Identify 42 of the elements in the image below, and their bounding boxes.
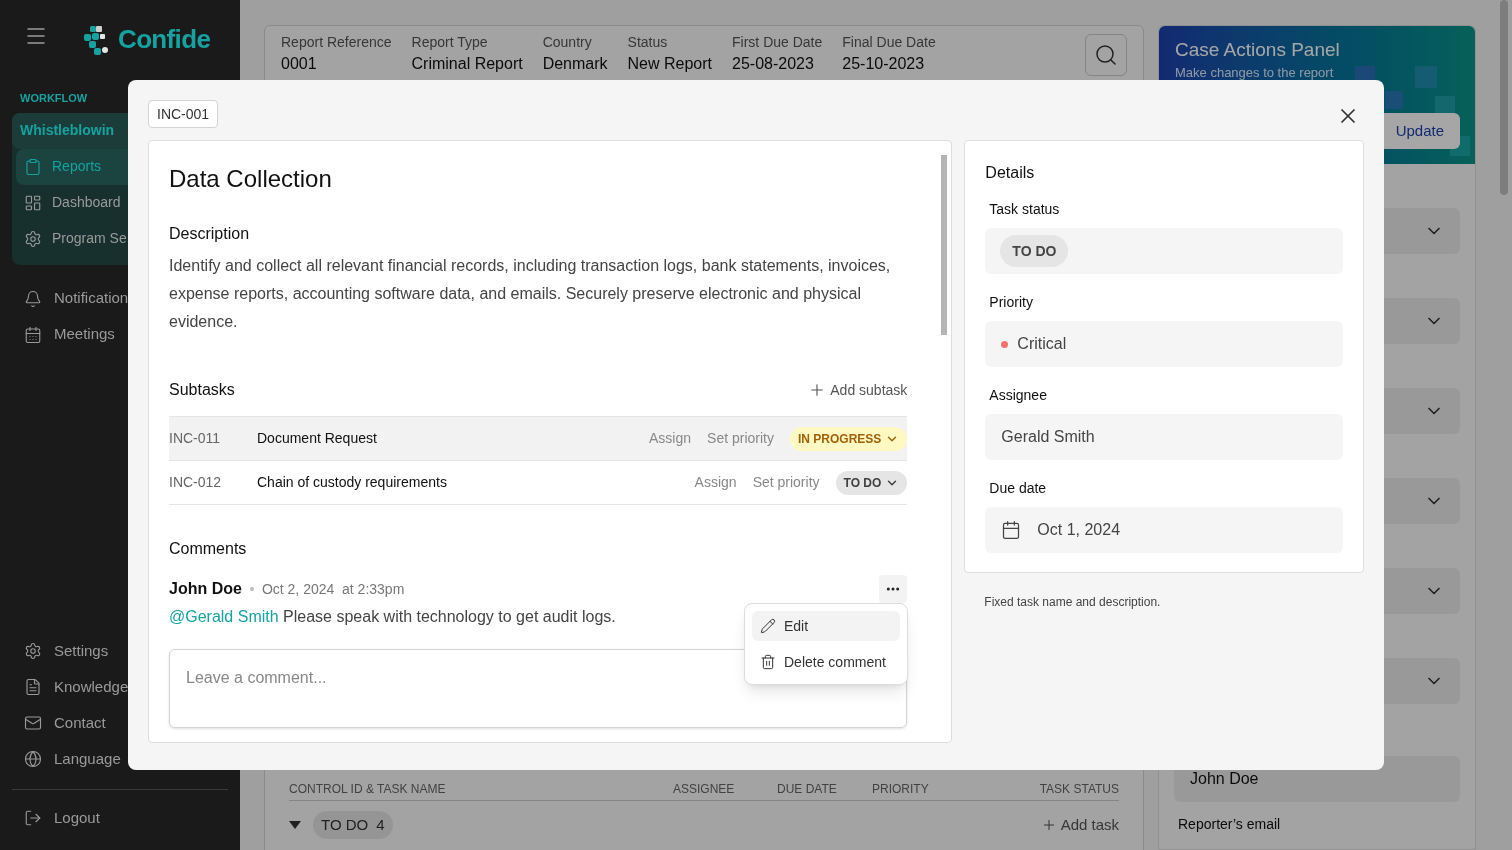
field-value: 25-10-2023 (842, 53, 926, 74)
field-value: 25-08-2023 (732, 53, 815, 74)
subtask-name: Chain of custody requirements (257, 473, 447, 492)
column-header: TASK STATUS (1039, 780, 1119, 798)
field-label: Status (627, 34, 669, 52)
field-value: 0001 (281, 53, 318, 74)
task-id-tag: INC-001 (148, 100, 219, 128)
subtask-name: Document Request (257, 429, 377, 448)
subtask-id: INC-012 (169, 473, 223, 492)
column-header: PRIORITY (872, 780, 930, 798)
column-header: CONTROL ID & TASK NAME (289, 780, 447, 798)
comment-author: John Doe (169, 579, 242, 599)
field-label: Assignee (988, 386, 1048, 405)
field-value: New Report (627, 53, 713, 74)
details-heading: Details (985, 163, 1036, 183)
field-label: Report Reference (281, 34, 392, 52)
panel-title: Case Actions Panel (1175, 38, 1341, 62)
status-pill: TO DO (1000, 235, 1069, 267)
field-label: Task status (988, 200, 1061, 219)
section-heading: Description (169, 224, 251, 244)
section-heading: Subtasks (169, 380, 235, 400)
field-value: Denmark (542, 53, 608, 74)
field-label: First Due Date (732, 34, 823, 52)
field-label: Country (542, 34, 593, 52)
group-label: TO DO (321, 815, 369, 836)
footnote: Fixed task name and description. (983, 594, 1162, 611)
brand-name: Confide (118, 23, 211, 56)
subtask-id: INC-011 (169, 429, 222, 448)
field-label: Priority (988, 293, 1034, 312)
column-header: DUE DATE (777, 780, 838, 798)
comment-date: Oct 2, 2024 at 2:33pm (261, 579, 405, 599)
section-label: WORKFLOW (19, 91, 89, 106)
field-label: Reporter’s email (1177, 815, 1282, 834)
section-heading: Comments (169, 539, 248, 559)
task-description: Identify and collect all relevant financial records, including transaction logs, bank statements, invoices, expense reports, accounting software data, and emails. Securely preserve electronic and physical evidence. (169, 256, 892, 332)
panel-subtitle: Make changes to the report (1175, 64, 1335, 81)
group-count: 4 (376, 815, 385, 836)
field-value: Criminal Report (411, 53, 523, 74)
field-label: Final Due Date (842, 34, 936, 52)
field-label: Due date (988, 479, 1048, 498)
field-label: Report Type (411, 34, 489, 52)
column-header: ASSIGNEE (673, 780, 736, 798)
